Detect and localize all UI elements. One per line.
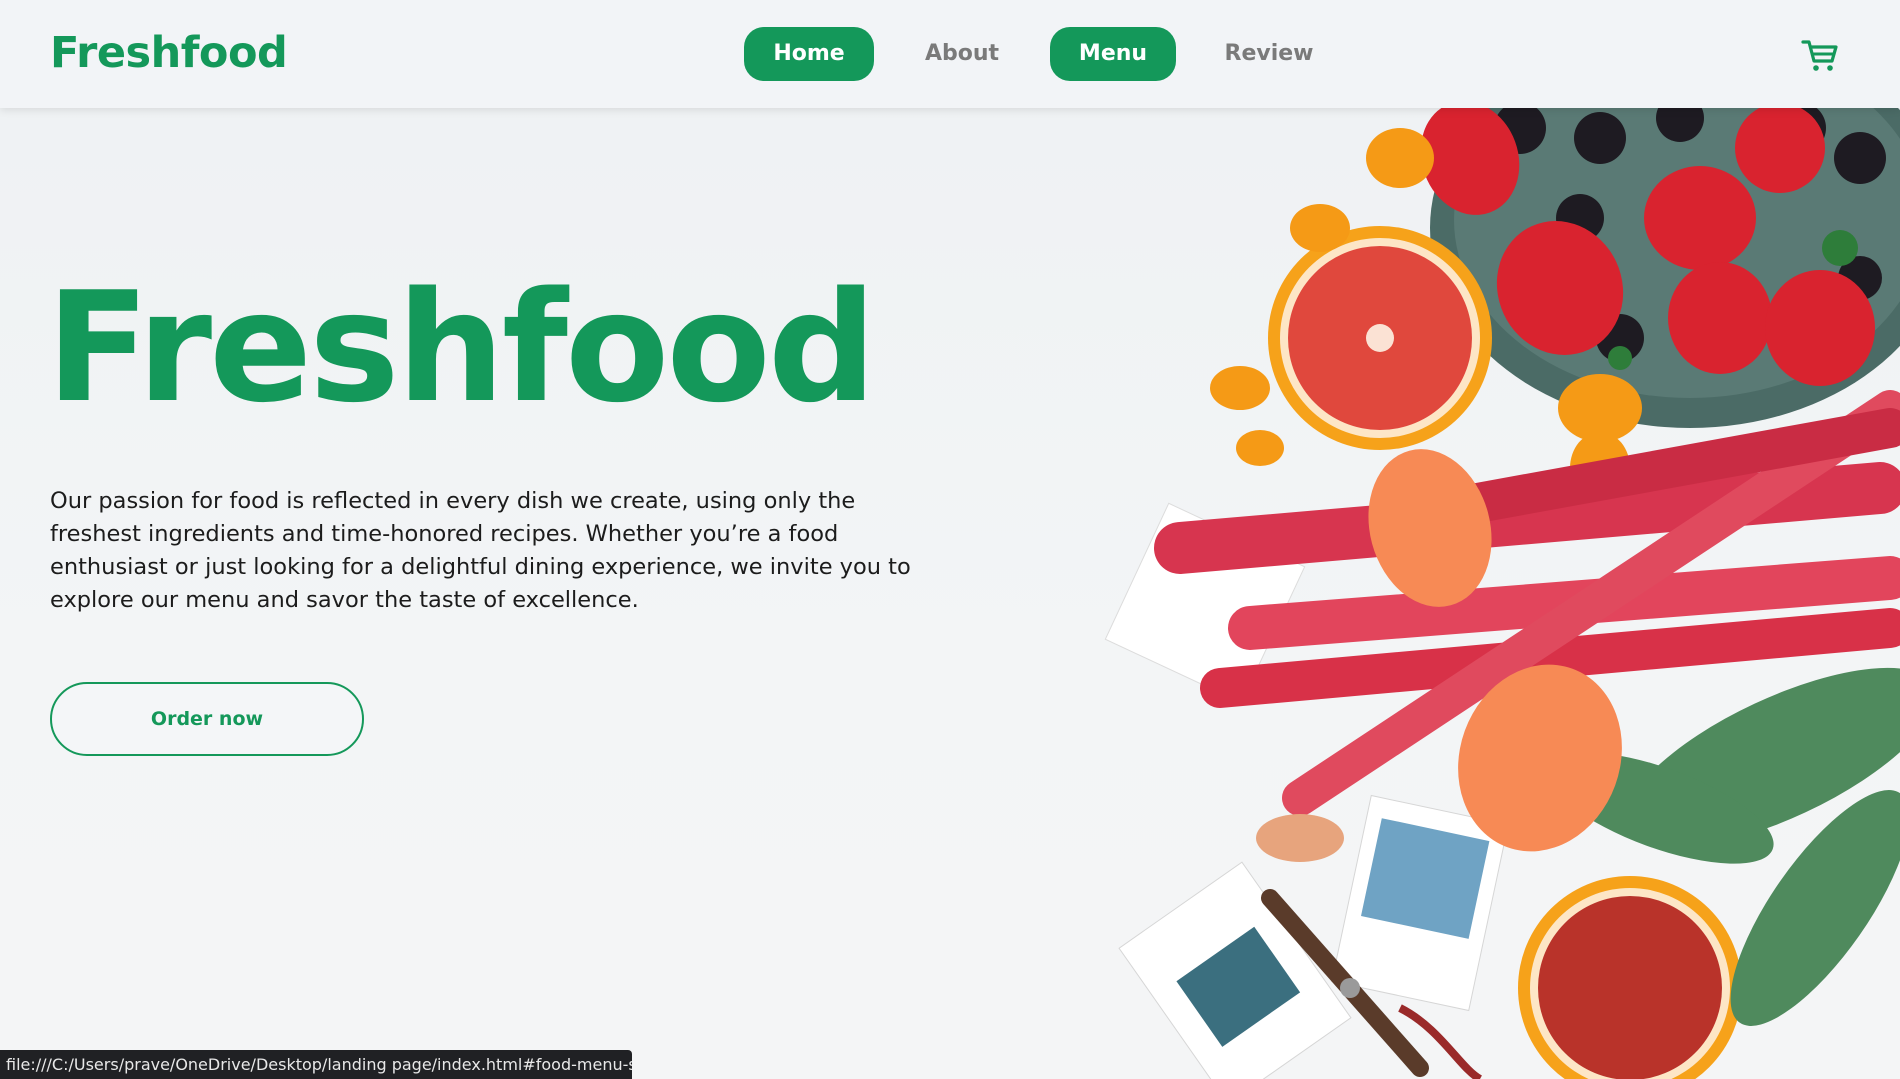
hero-description: Our passion for food is reflected in eve… xyxy=(50,488,911,613)
shopping-cart-icon[interactable] xyxy=(1800,34,1840,74)
nav-review-link[interactable]: Review xyxy=(1176,27,1362,81)
site-logo[interactable]: Freshfood xyxy=(50,28,288,78)
order-now-button[interactable]: Order now xyxy=(50,682,364,756)
nav-about-link[interactable]: About xyxy=(874,27,1050,81)
navbar: Freshfood Home About Menu Review xyxy=(0,0,1900,108)
hero-food-image xyxy=(1104,108,1900,1079)
nav-links: Home About Menu Review xyxy=(744,27,1362,81)
nav-home-link[interactable]: Home xyxy=(744,27,874,81)
landing-page: Freshfood Home About Menu Review Freshfo… xyxy=(0,0,1900,1079)
nav-menu-link[interactable]: Menu xyxy=(1050,27,1176,81)
status-bar-url: file:///C:/Users/prave/OneDrive/Desktop/… xyxy=(0,1050,632,1079)
hero-title: Freshfood xyxy=(46,259,877,436)
